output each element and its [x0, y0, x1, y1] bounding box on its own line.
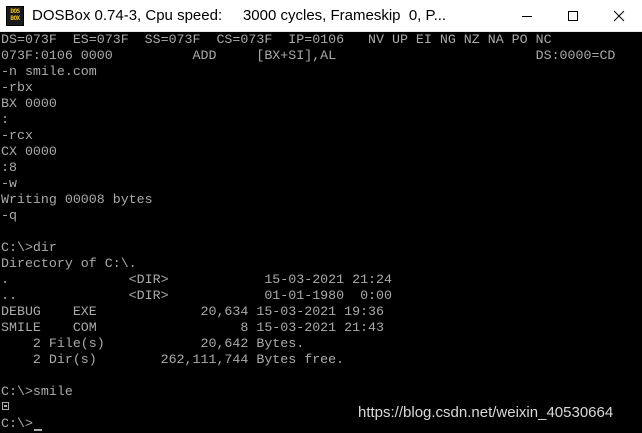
dosbox-window: DOS BOX DOSBox 0.74-3, Cpu speed: 3000 c…: [0, 0, 642, 433]
console-line: BX 0000: [1, 96, 57, 111]
console-line: -rbx: [1, 80, 33, 95]
maximize-button[interactable]: [550, 0, 596, 32]
smiley-glyph-icon: [2, 402, 9, 410]
console-line: DEBUG EXE 20,634 15-03-2021 19:36: [1, 304, 385, 319]
close-button[interactable]: [596, 0, 642, 32]
close-icon: [613, 10, 625, 22]
console-line: .. <DIR> 01-01-1980 0:00: [1, 288, 392, 303]
title-bar[interactable]: DOS BOX DOSBox 0.74-3, Cpu speed: 3000 c…: [0, 0, 642, 32]
console-line: CX 0000: [1, 144, 57, 159]
console-line: :: [1, 112, 9, 127]
blinking-cursor: [34, 429, 42, 431]
console-line: . <DIR> 15-03-2021 21:24: [1, 272, 392, 287]
console-line: -q: [1, 208, 17, 223]
minimize-button[interactable]: [504, 0, 550, 32]
watermark-text: https://blog.csdn.net/weixin_40530664: [358, 404, 614, 421]
console-line: :8: [1, 160, 17, 175]
minimize-icon: [522, 16, 532, 17]
app-icon-text-bottom: BOX: [10, 15, 20, 22]
console-line: C:\>: [1, 416, 33, 431]
console-line: DS=073F ES=073F SS=073F CS=073F IP=0106 …: [1, 32, 552, 47]
console-line: 2 Dir(s) 262,111,744 Bytes free.: [1, 352, 345, 367]
console-line: -w: [1, 176, 17, 191]
window-title: DOSBox 0.74-3, Cpu speed: 3000 cycles, F…: [32, 7, 447, 24]
dos-console[interactable]: DS=073F ES=073F SS=073F CS=073F IP=0106 …: [0, 32, 642, 433]
console-line: Directory of C:\.: [1, 256, 137, 271]
dosbox-app-icon[interactable]: DOS BOX: [6, 5, 24, 26]
console-line: C:\>smile: [1, 384, 73, 399]
console-line: -rcx: [1, 128, 33, 143]
console-line: 073F:0106 0000 ADD [BX+SI],AL DS:0000=CD: [1, 48, 616, 63]
console-line: C:\>dir: [1, 240, 57, 255]
console-line: Writing 00008 bytes: [1, 192, 153, 207]
maximize-icon: [568, 11, 578, 21]
console-line: 2 File(s) 20,642 Bytes.: [1, 336, 305, 351]
window-controls: [504, 0, 642, 32]
console-line: SMILE COM 8 15-03-2021 21:43: [1, 320, 385, 335]
console-line: -n smile.com: [1, 64, 97, 79]
